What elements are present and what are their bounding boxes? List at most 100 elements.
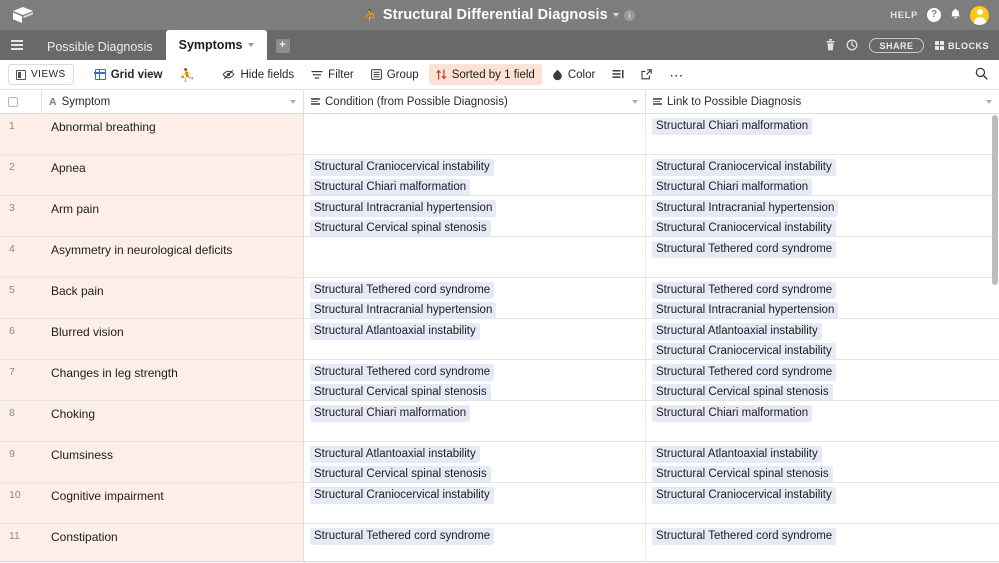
cell-condition[interactable]: Structural Tethered cord syndrome Structu… (304, 360, 646, 400)
cell-link[interactable]: Structural Atlantoaxial instability Struc… (646, 442, 999, 482)
record-tag[interactable]: Structural Intracranial hypertension (652, 200, 839, 217)
record-tag[interactable]: Structural Cervical spinal stenosis (310, 466, 491, 482)
table-row[interactable]: 5 Back pain Structural Tethered cord syndr… (0, 278, 999, 319)
cell-condition[interactable]: Structural Tethered cord syndrome (304, 524, 646, 563)
grid-view-button[interactable]: Grid view (88, 64, 170, 85)
filter-button[interactable]: Filter (304, 64, 361, 85)
blocks-button[interactable]: BLOCKS (934, 41, 990, 51)
record-tag[interactable]: Structural Atlantoaxial instability (652, 323, 822, 340)
record-tag[interactable]: Structural Tethered cord syndrome (310, 528, 495, 545)
cell-condition[interactable]: Structural Atlantoaxial instability (304, 319, 646, 359)
column-header-link[interactable]: Link to Possible Diagnosis (646, 90, 999, 113)
record-tag[interactable]: Structural Chiari malformation (652, 179, 813, 195)
record-tag[interactable]: Structural Craniocervical instability (652, 220, 836, 236)
record-tag[interactable]: Structural Cervical spinal stenosis (310, 384, 491, 400)
cell-symptom[interactable]: Cognitive impairment (42, 483, 304, 523)
share-button[interactable]: SHARE (869, 38, 924, 53)
cell-condition[interactable]: Structural Atlantoaxial instability Struc… (304, 442, 646, 482)
table-row[interactable]: 11 Constipation Structural Tethered cord s… (0, 524, 999, 563)
table-row[interactable]: 7 Changes in leg strength Structural Tethe… (0, 360, 999, 401)
cell-condition[interactable]: Structural Chiari malformation (304, 401, 646, 441)
help-label[interactable]: HELP (890, 10, 918, 21)
group-button[interactable]: Group (364, 64, 426, 85)
question-mark-icon[interactable]: ? (927, 8, 941, 22)
cell-symptom[interactable]: Blurred vision (42, 319, 304, 359)
cell-link[interactable]: Structural Craniocervical instability (646, 483, 999, 523)
record-tag[interactable]: Structural Tethered cord syndrome (310, 364, 495, 381)
column-header-condition[interactable]: Condition (from Possible Diagnosis) (304, 90, 646, 113)
record-tag[interactable]: Structural Craniocervical instability (310, 159, 494, 176)
hamburger-menu-icon[interactable] (0, 30, 34, 60)
record-tag[interactable]: Structural Atlantoaxial instability (310, 446, 480, 463)
table-row[interactable]: 3 Arm pain Structural Intracranial hyperte… (0, 196, 999, 237)
cell-condition[interactable] (304, 114, 646, 154)
record-tag[interactable]: Structural Tethered cord syndrome (652, 282, 837, 299)
search-icon[interactable] (975, 67, 991, 83)
record-tag[interactable]: Structural Cervical spinal stenosis (310, 220, 491, 236)
cell-condition[interactable]: Structural Tethered cord syndrome Structu… (304, 278, 646, 318)
cell-symptom[interactable]: Apnea (42, 155, 304, 195)
record-tag[interactable]: Structural Intracranial hypertension (310, 200, 497, 217)
more-options-button[interactable]: ⋯ (662, 64, 690, 85)
cell-condition[interactable]: Structural Craniocervical instability (304, 483, 646, 523)
chevron-down-icon[interactable] (612, 13, 619, 17)
record-tag[interactable]: Structural Atlantoaxial instability (652, 446, 822, 463)
cell-link[interactable]: Structural Chiari malformation (646, 114, 999, 154)
color-button[interactable]: Color (545, 64, 602, 85)
cell-link[interactable]: Structural Tethered cord syndrome (646, 237, 999, 277)
cell-link[interactable]: Structural Tethered cord syndrome Structu… (646, 360, 999, 400)
history-clock-icon[interactable] (846, 39, 858, 53)
record-tag[interactable]: Structural Craniocervical instability (652, 343, 836, 359)
record-tag[interactable]: Structural Craniocervical instability (310, 487, 494, 504)
chevron-down-icon[interactable] (632, 99, 638, 104)
share-view-button[interactable] (634, 64, 659, 85)
add-table-button[interactable]: + (275, 39, 290, 53)
cell-symptom[interactable]: Asymmetry in neurological deficits (42, 237, 304, 277)
table-row[interactable]: 6 Blurred vision Structural Atlantoaxial i… (0, 319, 999, 360)
record-tag[interactable]: Structural Craniocervical instability (652, 159, 836, 176)
chevron-down-icon[interactable] (247, 43, 254, 47)
record-tag[interactable]: Structural Chiari malformation (310, 179, 471, 195)
cell-link[interactable]: Structural Intracranial hypertension Stru… (646, 196, 999, 236)
cell-symptom[interactable]: Back pain (42, 278, 304, 318)
record-tag[interactable]: Structural Tethered cord syndrome (652, 528, 837, 545)
cell-link[interactable]: Structural Craniocervical instability Str… (646, 155, 999, 195)
cell-link[interactable]: Structural Chiari malformation (646, 401, 999, 441)
record-tag[interactable]: Structural Tethered cord syndrome (652, 241, 837, 258)
cell-symptom[interactable]: Abnormal breathing (42, 114, 304, 154)
table-row[interactable]: 1 Abnormal breathing Structural Chiari mal… (0, 114, 999, 155)
bell-icon[interactable] (950, 8, 961, 23)
sort-button[interactable]: Sorted by 1 field (428, 64, 542, 85)
cell-condition[interactable] (304, 237, 646, 277)
record-tag[interactable]: Structural Chiari malformation (652, 118, 813, 135)
table-row[interactable]: 4 Asymmetry in neurological deficits Struc… (0, 237, 999, 278)
cell-condition[interactable]: Structural Intracranial hypertension Stru… (304, 196, 646, 236)
cell-symptom[interactable]: Constipation (42, 524, 304, 563)
cell-link[interactable]: Structural Tethered cord syndrome Structu… (646, 278, 999, 318)
table-row[interactable]: 9 Clumsiness Structural Atlantoaxial insta… (0, 442, 999, 483)
chevron-down-icon[interactable] (290, 99, 296, 104)
info-icon[interactable]: i (623, 9, 635, 21)
record-tag[interactable]: Structural Tethered cord syndrome (652, 364, 837, 381)
record-tag[interactable]: Structural Intracranial hypertension (652, 302, 839, 318)
airtable-cube-logo[interactable] (0, 0, 46, 30)
record-tag[interactable]: Structural Cervical spinal stenosis (652, 384, 833, 400)
chevron-down-icon[interactable] (986, 99, 992, 104)
cell-symptom[interactable]: Changes in leg strength (42, 360, 304, 400)
cell-symptom[interactable]: Choking (42, 401, 304, 441)
record-tag[interactable]: Structural Cervical spinal stenosis (652, 466, 833, 482)
table-row[interactable]: 10 Cognitive impairment Structural Cranioc… (0, 483, 999, 524)
row-height-button[interactable] (605, 64, 631, 85)
cell-symptom[interactable]: Clumsiness (42, 442, 304, 482)
cell-link[interactable]: Structural Tethered cord syndrome (646, 524, 999, 563)
hide-fields-button[interactable]: Hide fields (215, 64, 301, 85)
table-row[interactable]: 8 Choking Structural Chiari malformation St… (0, 401, 999, 442)
collaborators-button[interactable]: ⛹ (173, 64, 202, 85)
views-button[interactable]: VIEWS (8, 64, 74, 85)
table-row[interactable]: 2 Apnea Structural Craniocervical instabil… (0, 155, 999, 196)
record-tag[interactable]: Structural Intracranial hypertension (310, 302, 497, 318)
column-header-symptom[interactable]: A Symptom (42, 90, 304, 113)
vertical-scrollbar[interactable] (992, 115, 998, 285)
table-tab-symptoms[interactable]: Symptoms (165, 30, 267, 60)
record-tag[interactable]: Structural Tethered cord syndrome (310, 282, 495, 299)
